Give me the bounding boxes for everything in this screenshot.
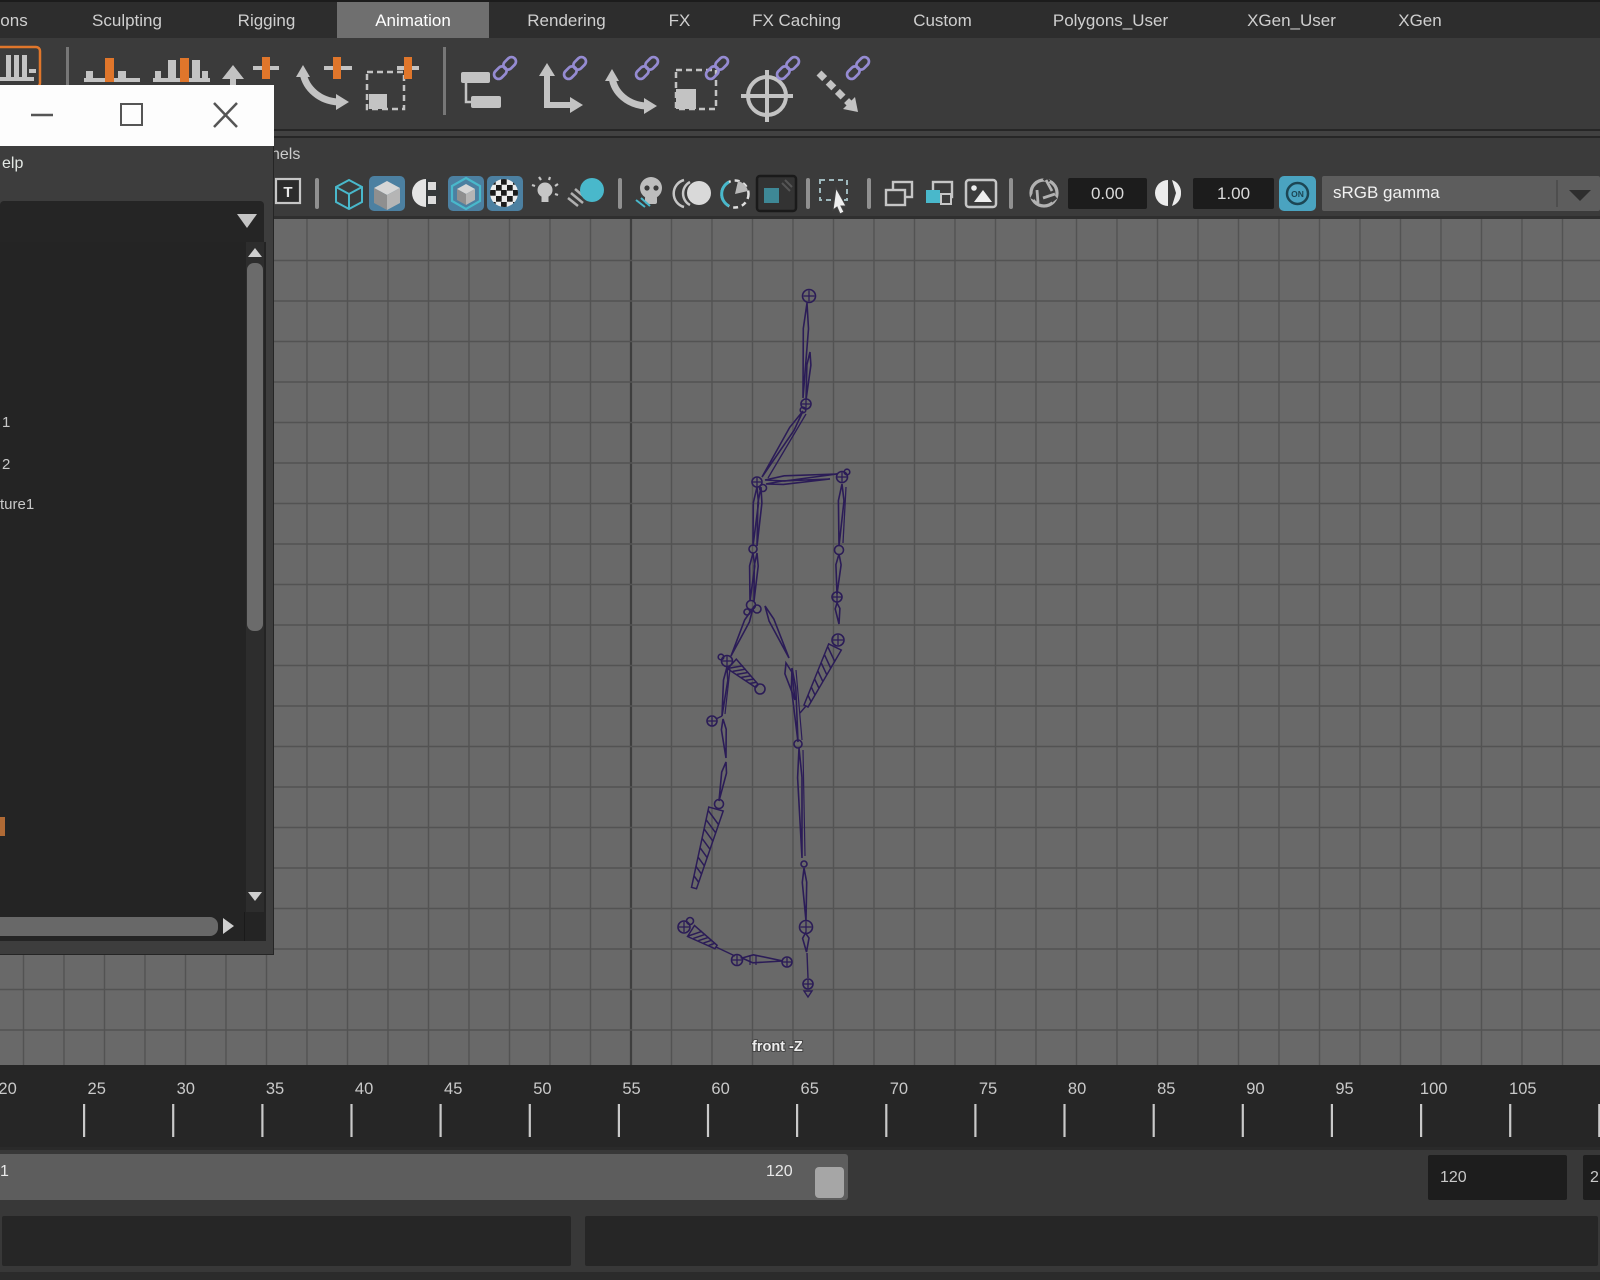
svg-text:70: 70 bbox=[890, 1080, 908, 1098]
svg-text:95: 95 bbox=[1335, 1080, 1353, 1098]
svg-text:75: 75 bbox=[979, 1080, 997, 1098]
svg-text:85: 85 bbox=[1157, 1080, 1175, 1098]
svg-text:20: 20 bbox=[0, 1080, 17, 1098]
svg-text:25: 25 bbox=[88, 1080, 106, 1098]
svg-text:front -Z: front -Z bbox=[752, 1039, 803, 1055]
svg-text:90: 90 bbox=[1246, 1080, 1264, 1098]
svg-text:55: 55 bbox=[622, 1080, 640, 1098]
svg-text:ON: ON bbox=[1291, 189, 1304, 199]
svg-text:105: 105 bbox=[1509, 1080, 1537, 1098]
svg-text:35: 35 bbox=[266, 1080, 284, 1098]
svg-text:50: 50 bbox=[533, 1080, 551, 1098]
svg-text:30: 30 bbox=[177, 1080, 195, 1098]
svg-text:100: 100 bbox=[1420, 1080, 1448, 1098]
svg-text:40: 40 bbox=[355, 1080, 373, 1098]
svg-text:65: 65 bbox=[801, 1080, 819, 1098]
svg-text:60: 60 bbox=[711, 1080, 729, 1098]
svg-text:80: 80 bbox=[1068, 1080, 1086, 1098]
svg-text:45: 45 bbox=[444, 1080, 462, 1098]
svg-text:T: T bbox=[283, 184, 292, 201]
